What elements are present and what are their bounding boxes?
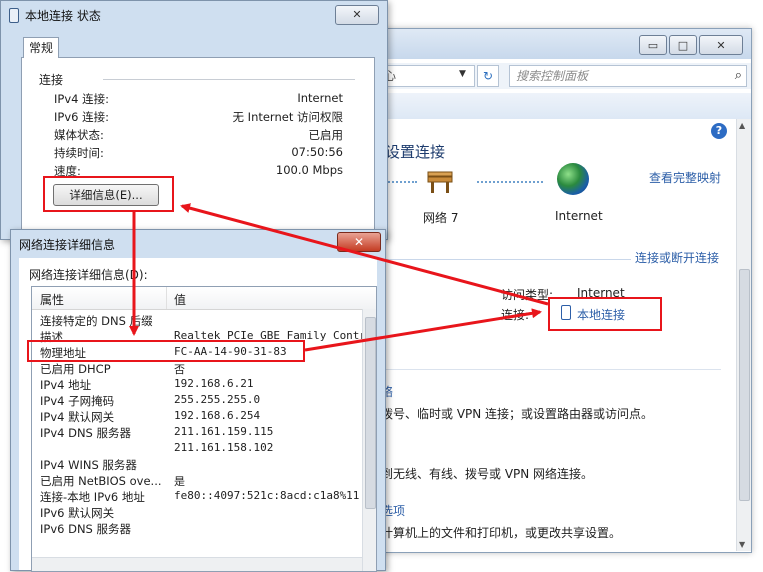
close-button[interactable]: ✕	[335, 5, 379, 25]
scroll-down-icon[interactable]: ▼	[739, 540, 745, 549]
table-row-value: 255.255.255.0	[174, 393, 261, 406]
table-row-property: IPv6 DNS 服务器	[40, 522, 132, 536]
table-row-property: IPv4 地址	[40, 378, 92, 392]
menu-band	[381, 93, 751, 119]
network-center-window: ▭ □ ✕ 心 ▼ ↻ 搜索控制面板 ⌕ ▲ ▼ ? 设置连接 查看完整映射 网…	[380, 28, 752, 553]
table-row-property: 已启用 DHCP	[40, 362, 111, 376]
media-state-label: 媒体状态:	[54, 128, 104, 142]
table-row-property: 连接-本地 IPv6 地址	[40, 490, 145, 504]
table-row-property: IPv4 DNS 服务器	[40, 426, 132, 440]
highlight-physical-address	[27, 340, 305, 362]
table-row-value: 是	[174, 475, 185, 488]
refresh-icon[interactable]: ↻	[477, 65, 499, 87]
minimize-button[interactable]: ▭	[639, 35, 667, 55]
list-horizontal-scrollbar[interactable]	[32, 557, 362, 571]
table-row-property: IPv6 默认网关	[40, 506, 115, 520]
scroll-thumb[interactable]	[739, 269, 750, 501]
table-row-property: 连接特定的 DNS 后缀	[40, 314, 153, 328]
speed-value: 100.0 Mbps	[275, 163, 343, 177]
column-header-property[interactable]: 属性	[40, 291, 64, 308]
globe-icon	[557, 163, 589, 195]
table-row-value: 211.161.158.102	[174, 441, 274, 454]
page-heading: 设置连接	[385, 143, 446, 161]
network-details-dialog: 网络连接详细信息 ✕ 网络连接详细信息(D): 属性 值 连接特定的 DNS 后…	[10, 229, 386, 572]
media-state-value: 已启用	[308, 128, 344, 142]
table-row-value: 192.168.6.254	[174, 409, 261, 422]
table-row-property: IPv4 默认网关	[40, 410, 115, 424]
table-row-value: 否	[174, 363, 185, 376]
table-row-value: fe80::4097:521c:8acd:c1a8%11	[174, 489, 360, 502]
search-placeholder: 搜索控制面板	[516, 69, 589, 83]
connect-disconnect-link[interactable]: 连接或断开连接	[635, 249, 719, 266]
details-heading: 网络连接详细信息(D):	[29, 268, 148, 282]
table-row-value: 192.168.6.21	[174, 377, 254, 390]
full-map-link[interactable]: 查看完整映射	[649, 169, 721, 186]
duration-label: 持续时间:	[54, 146, 104, 160]
details-list[interactable]: 属性 值 连接特定的 DNS 后缀 描述 Realtek PCIe GBE Fa…	[31, 286, 377, 572]
scroll-thumb[interactable]	[365, 317, 376, 509]
ipv6-connection-value: 无 Internet 访问权限	[232, 110, 343, 124]
list-vertical-scrollbar[interactable]	[362, 309, 376, 571]
column-divider[interactable]	[166, 287, 167, 309]
vertical-scrollbar[interactable]: ▲ ▼	[736, 119, 751, 551]
table-row-property: 已启用 NetBIOS ove...	[40, 474, 162, 488]
help-icon[interactable]: ?	[711, 123, 727, 139]
window-buttons: ▭ □ ✕	[637, 35, 743, 55]
cp-titlebar: ▭ □ ✕	[381, 29, 751, 59]
divider	[381, 259, 631, 260]
search-input[interactable]: 搜索控制面板 ⌕	[509, 65, 747, 87]
highlight-details-button	[43, 176, 174, 212]
scroll-up-icon[interactable]: ▲	[739, 121, 745, 130]
group-divider	[103, 79, 355, 80]
maximize-button[interactable]: □	[669, 35, 697, 55]
dialog-title: 本地连接 状态	[25, 9, 101, 23]
close-button[interactable]: ✕	[699, 35, 743, 55]
network-adapter-icon	[9, 8, 19, 23]
connect-network-desc: 到无线、有线、拨号或 VPN 网络连接。	[381, 467, 594, 481]
sharing-options-desc: 计算机上的文件和打印机，或更改共享设置。	[381, 526, 622, 540]
column-header-value[interactable]: 值	[174, 291, 186, 308]
chevron-down-icon[interactable]: ▼	[459, 69, 466, 79]
address-bar: 心 ▼ ↻ 搜索控制面板 ⌕	[381, 63, 751, 89]
ipv6-connection-label: IPv6 连接:	[54, 110, 109, 124]
setup-network-desc: 拨号、临时或 VPN 连接；或设置路由器或访问点。	[381, 407, 654, 421]
duration-value: 07:50:56	[291, 145, 343, 159]
divider-2	[381, 369, 721, 370]
connection-label: 连接:	[501, 308, 530, 322]
access-type-label: 访问类型:	[501, 288, 554, 302]
connection-group-label: 连接	[39, 73, 64, 87]
table-row-value: 211.161.159.115	[174, 425, 274, 438]
close-button[interactable]: ✕	[337, 232, 381, 252]
internet-label: Internet	[555, 209, 603, 223]
dialog-title: 网络连接详细信息	[19, 238, 116, 252]
table-row-property: IPv4 WINS 服务器	[40, 458, 137, 472]
tab-general[interactable]: 常规	[23, 37, 59, 58]
search-icon[interactable]: ⌕	[735, 66, 742, 86]
list-header: 属性 值	[32, 287, 376, 310]
network-name: 网络 7	[423, 211, 459, 225]
highlight-local-connection	[548, 297, 662, 331]
network-line-2	[477, 181, 543, 183]
bench-icon	[427, 171, 453, 193]
ipv4-connection-label: IPv4 连接:	[54, 92, 109, 106]
dialog-content: 网络连接详细信息(D): 属性 值 连接特定的 DNS 后缀 描述 Realte…	[19, 258, 377, 572]
ipv4-connection-value: Internet	[297, 91, 343, 105]
table-row-property: IPv4 子网掩码	[40, 394, 115, 408]
